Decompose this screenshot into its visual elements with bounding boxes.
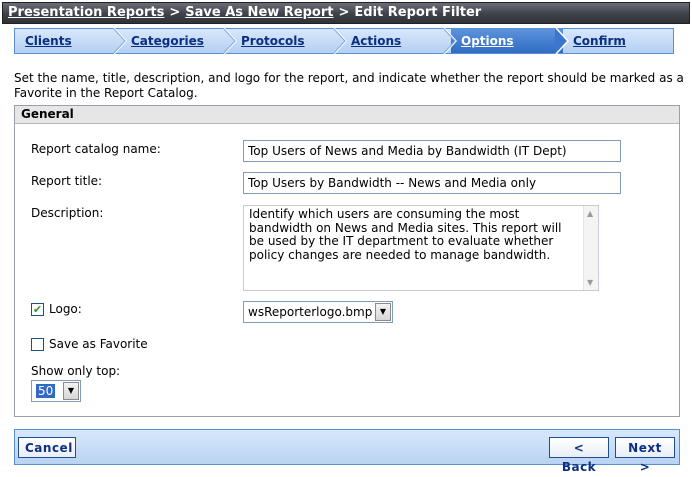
logo-select-value: wsReporterlogo.bmp (248, 305, 373, 319)
step-chevron-icon (113, 28, 127, 54)
step-categories[interactable]: Categories (121, 28, 237, 54)
catalog-name-input[interactable] (243, 140, 621, 162)
logo-select[interactable]: wsReporterlogo.bmp ▼ (243, 301, 393, 323)
step-label: Clients (25, 34, 72, 48)
chevron-down-icon[interactable]: ▼ (63, 382, 79, 400)
breadcrumb-current: Edit Report Filter (354, 5, 482, 20)
step-clients[interactable]: Clients (15, 28, 127, 54)
report-title-input[interactable] (243, 172, 621, 194)
description-textarea[interactable]: Identify which users are consuming the m… (243, 205, 599, 291)
panel-title: General (15, 106, 679, 124)
step-chevron-icon (443, 28, 457, 54)
show-top-select[interactable]: 50 ▼ (31, 380, 81, 402)
scroll-down-icon[interactable]: ▼ (587, 278, 593, 287)
step-label: Actions (351, 34, 402, 48)
breadcrumb-link-save-as-new-report[interactable]: Save As New Report (185, 5, 333, 20)
description-text: Identify which users are consuming the m… (249, 207, 562, 262)
logo-checkbox[interactable]: ✔ (31, 303, 44, 316)
step-confirm[interactable]: Confirm (563, 29, 673, 53)
next-button[interactable]: Next > (615, 437, 675, 474)
back-button[interactable]: < Back (549, 437, 609, 474)
step-label: Options (461, 34, 514, 48)
wizard-steps: Clients Categories Protocols Actions Opt… (14, 28, 674, 54)
step-protocols[interactable]: Protocols (231, 28, 347, 54)
favorite-label: Save as Favorite (49, 337, 148, 351)
catalog-name-label: Report catalog name: (31, 142, 161, 156)
description-scrollbar[interactable]: ▲ ▼ (583, 206, 598, 290)
show-top-label: Show only top: (31, 364, 121, 378)
wizard-footer: Cancel < Back Next > (14, 429, 680, 474)
step-chevron-icon (223, 28, 237, 54)
breadcrumb-separator: > (169, 5, 181, 20)
intro-text: Set the name, title, description, and lo… (14, 71, 684, 100)
step-label: Protocols (241, 34, 305, 48)
step-chevron-icon (555, 28, 569, 54)
description-label: Description: (31, 206, 104, 220)
cancel-button[interactable]: Cancel (18, 437, 76, 458)
general-panel: General Report catalog name: Report titl… (14, 105, 680, 417)
favorite-checkbox[interactable] (31, 338, 44, 351)
step-chevron-icon (333, 28, 347, 54)
report-title-label: Report title: (31, 174, 103, 188)
logo-label: Logo: (49, 302, 82, 316)
breadcrumb-separator: > (338, 5, 350, 20)
step-actions[interactable]: Actions (341, 28, 457, 54)
scroll-up-icon[interactable]: ▲ (587, 209, 593, 218)
breadcrumb: Presentation Reports > Save As New Report >… (2, 2, 690, 24)
step-label: Confirm (573, 34, 626, 48)
show-top-value: 50 (36, 384, 56, 398)
step-label: Categories (131, 34, 204, 48)
step-options[interactable]: Options (451, 28, 569, 54)
chevron-down-icon[interactable]: ▼ (375, 303, 391, 321)
breadcrumb-link-presentation-reports[interactable]: Presentation Reports (8, 5, 164, 20)
